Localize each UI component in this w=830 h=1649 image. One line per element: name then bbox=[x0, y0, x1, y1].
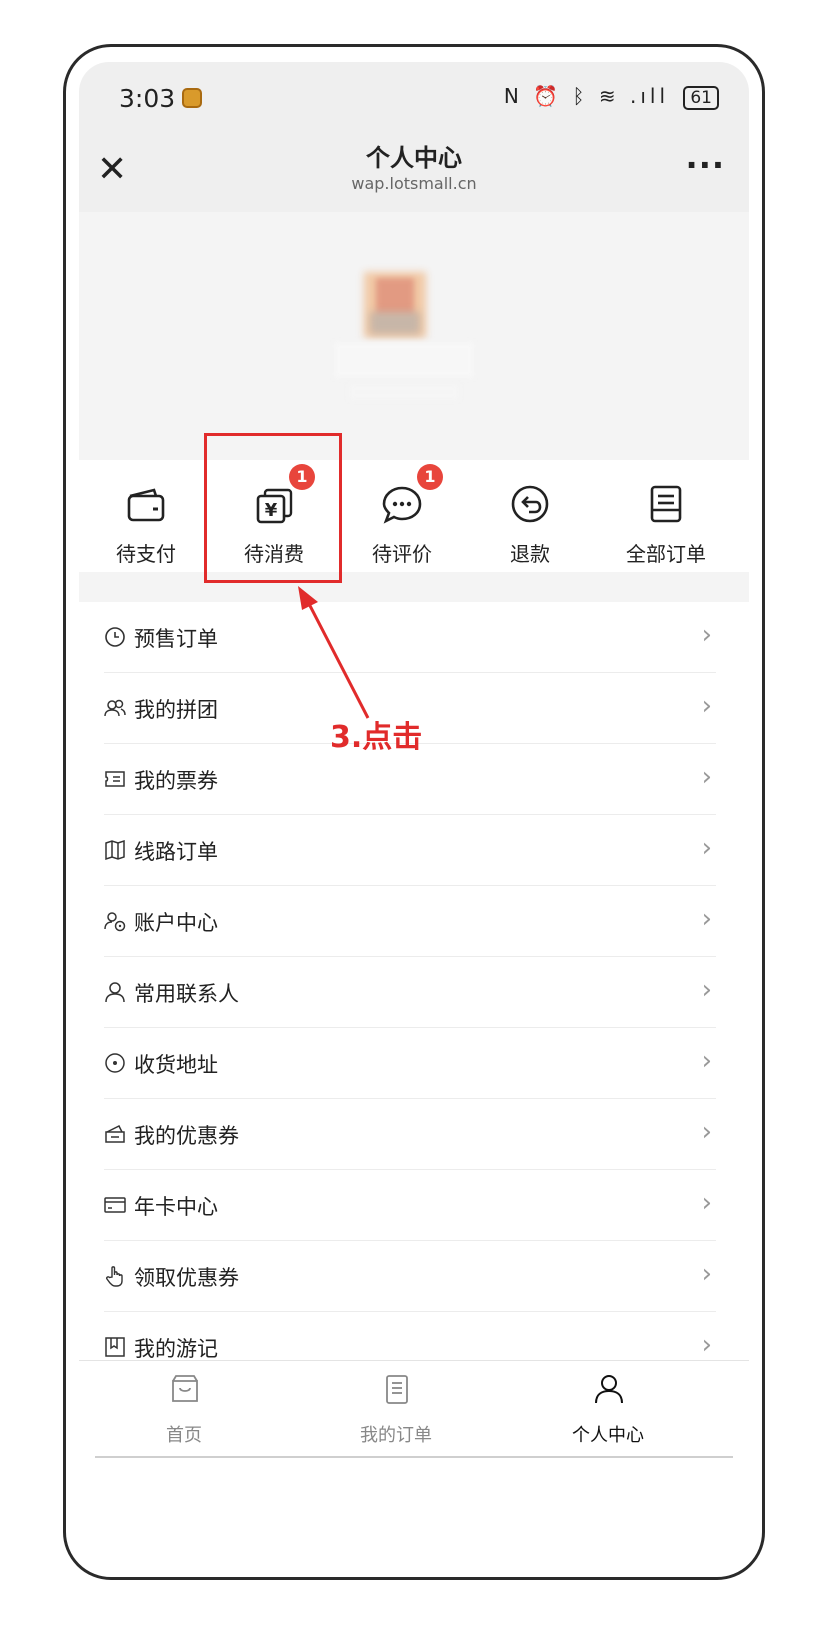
annotation-label: 3.点击 bbox=[330, 720, 423, 755]
annotation-arrow bbox=[298, 586, 370, 719]
